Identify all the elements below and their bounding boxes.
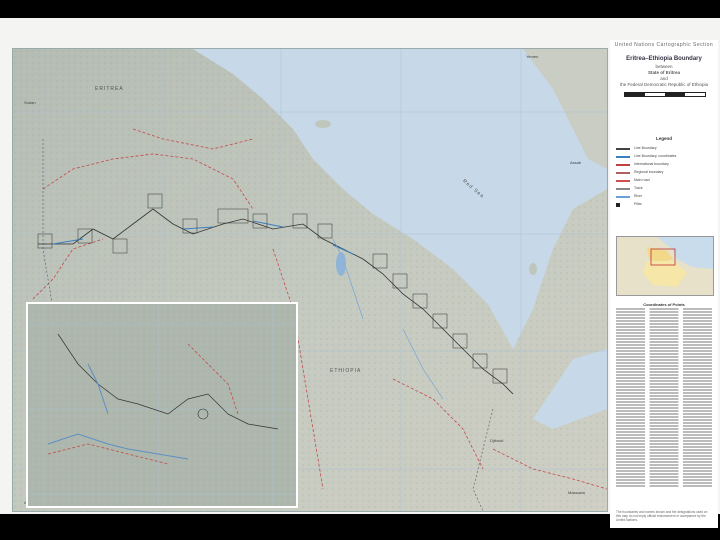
legend-item: International boundary (616, 162, 714, 168)
legend-label: International boundary (634, 162, 669, 166)
city-label: Sudan (24, 100, 36, 105)
coordinates-table: Coordinates of Points (616, 302, 712, 488)
legend-label: Main road (634, 178, 650, 182)
legend-swatch (616, 203, 620, 207)
label-eritrea: ERITREA (95, 86, 124, 92)
city-label: Assab (570, 160, 582, 165)
legend-label: Line Boundary (634, 146, 657, 150)
legend-item: Main road (616, 178, 714, 184)
legend-heading: Legend (655, 136, 672, 141)
legend-label: River (634, 194, 643, 198)
legend-swatch (616, 172, 630, 174)
map-title-line5: the Federal Democratic Republic of Ethio… (619, 82, 709, 87)
legend-item: River (616, 194, 714, 200)
location-inset-svg (617, 237, 713, 295)
island (315, 120, 331, 128)
legend-item: Line Boundary, coordinates (616, 154, 714, 160)
island (529, 263, 537, 275)
info-panel: United Nations Cartographic Section Erit… (610, 40, 718, 528)
coordinates-heading: Coordinates of Points (643, 302, 685, 307)
map-title-line1: Eritrea–Ethiopia Boundary (626, 56, 702, 62)
label-ethiopia: ETHIOPIA (330, 368, 362, 374)
inset-detail-map[interactable] (26, 302, 298, 508)
lake (336, 252, 346, 276)
legend-item: Track (616, 186, 714, 192)
legend-item: Pillar (616, 202, 714, 208)
legend-swatch (616, 196, 630, 198)
city-label: Massawa (568, 490, 585, 495)
city-label: Djibouti (490, 438, 504, 443)
inset-detail-svg (28, 304, 296, 506)
map-sheet: ERITREA ETHIOPIA Red Sea Sudan Yemen Ass… (0, 18, 720, 528)
map-notes: The boundaries and names shown and the d… (616, 510, 708, 522)
organization-line: United Nations Cartographic Section (614, 42, 714, 48)
legend-swatch (616, 188, 630, 190)
legend-swatch (616, 164, 630, 166)
scale-bar (624, 92, 706, 97)
city-label: Yemen (526, 54, 539, 59)
legend-swatch (616, 180, 630, 182)
legend-swatch (616, 156, 630, 158)
map-title-line3: State of Eritrea (647, 70, 680, 75)
location-inset-map[interactable] (616, 236, 714, 296)
legend-item: Regional boundary (616, 170, 714, 176)
map-title-line2: between (655, 64, 673, 69)
map-title-line4: and (660, 76, 668, 81)
legend-label: Regional boundary (634, 170, 664, 174)
legend-item: Line Boundary (616, 146, 714, 152)
legend-label: Pillar (634, 202, 642, 206)
legend-swatch (616, 148, 630, 150)
inset-terrain (28, 304, 296, 506)
legend-label: Line Boundary, coordinates (634, 154, 677, 158)
legend-label: Track (634, 186, 643, 190)
